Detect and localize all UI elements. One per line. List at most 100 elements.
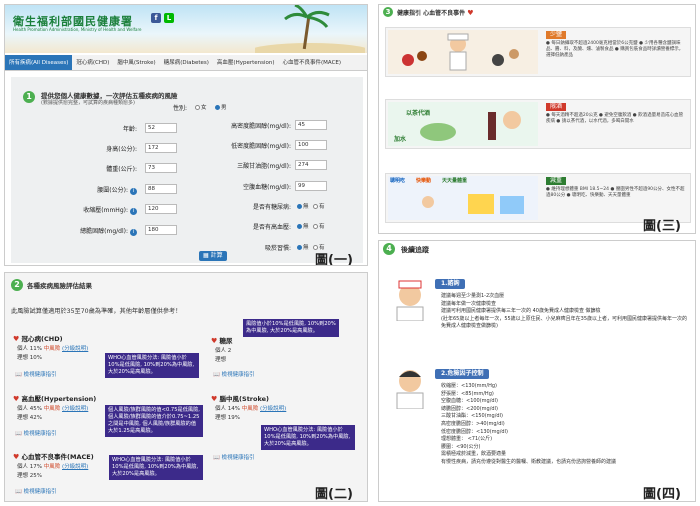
chd-title: ♥ 冠心病(CHD) <box>13 335 63 343</box>
systolic-label: 收縮壓(mmHg): i <box>51 205 137 215</box>
figure-caption-2: 圖(二) <box>315 487 353 502</box>
line-icon[interactable]: L <box>164 13 174 23</box>
doctor-avatar <box>396 370 424 409</box>
stroke-personal: 個人 14% 中風險 (分級說明) <box>215 406 287 412</box>
consult-heading: 1.諮詢 <box>435 279 466 289</box>
section-subtitle: (數據提供愈完整，可試算的疾病種類愈多) <box>41 100 135 106</box>
follow-up-title: 後續追蹤 <box>401 246 429 254</box>
consult-line: (壯年65歲以上者每年一次，55歲以上原住民、小兒麻痺且年在35歲以上者，可利用… <box>441 315 688 330</box>
height-input[interactable]: 172 <box>145 143 177 153</box>
age-input[interactable]: 52 <box>145 123 177 133</box>
mace-guide-link[interactable]: 📖 檢視健康指引 <box>15 487 57 495</box>
age-label: 年齡: <box>122 126 137 133</box>
fasting-glucose-label: 空腹血糖(mg/dl): <box>243 184 291 191</box>
htn-ideal: 理想 42% <box>17 415 42 421</box>
figure-caption-1: 圖(一) <box>315 253 353 266</box>
dm-personal: 個人 2 <box>215 348 232 354</box>
risk-target: 理想體重： <71(公斤) <box>441 436 493 443</box>
book-icon: 📖 <box>213 455 220 461</box>
chd-guide-link[interactable]: 📖 檢視健康指引 <box>15 370 57 378</box>
tab-stroke[interactable]: 腦中風(Stroke) <box>113 55 159 70</box>
hypertension-label: 是否有高血壓: <box>252 224 291 231</box>
total-cholesterol-input[interactable]: 180 <box>145 225 177 235</box>
mace-grade-link[interactable]: (分級說明) <box>62 464 88 470</box>
stroke-ideal: 理想 19% <box>215 415 240 421</box>
waist-label: 腰圍(公分): i <box>51 185 137 195</box>
guide-card-alcohol: 以茶代酒 加水 限酒 ● 每天酒精不超過20公克 ● 避免空腹飲酒 ● 飲酒過量… <box>385 99 691 149</box>
weight-input[interactable]: 73 <box>145 163 177 173</box>
risk-target: 空腹血糖：<100(mg/dl) <box>441 398 498 405</box>
tag-limit-alcohol: 限酒 <box>546 103 567 111</box>
heart-icon: ♥ <box>211 337 218 345</box>
htn-personal: 個人 45% 中風險 (分級說明) <box>17 406 89 412</box>
htn-grade-link[interactable]: (分級說明) <box>62 406 88 412</box>
dm-guide-link[interactable]: 📖 檢視健康指引 <box>213 370 255 378</box>
stroke-grade-link[interactable]: (分級說明) <box>260 406 286 412</box>
info-icon[interactable]: i <box>130 208 137 215</box>
alcohol-guide-text: ● 每天酒精不超過20公克 ● 避免空腹飲酒 ● 飲酒過量易造成心血管疾病 ● … <box>546 113 684 124</box>
facebook-icon[interactable]: f <box>151 13 161 23</box>
tooltip-chd-scale: WHO心血管風險分法: 風險值小於10%是低風險, 10%到20%為中風險, 大… <box>105 353 199 378</box>
waist-input[interactable]: 88 <box>145 184 177 194</box>
dm-title: ♥ 糖尿 <box>211 337 233 345</box>
exercise-label: 快樂動 <box>416 178 432 184</box>
diabetes-yes-radio[interactable]: 有 <box>313 202 325 210</box>
hypertension-no-radio[interactable]: 無 <box>297 222 309 230</box>
triglyceride-input[interactable]: 274 <box>295 160 327 170</box>
results-title: 各種疾病風險評估結果 <box>27 282 92 290</box>
ldl-label: 低密度膽固醇(mg/dl): <box>231 143 291 150</box>
tooltip-mace-scale: WHO心血管風險分法: 風險值小於10%是低風險, 10%到20%為中風險, 大… <box>109 455 203 480</box>
heart-icon: ♥ <box>13 395 20 403</box>
step-number-1: 1 <box>23 91 35 103</box>
tab-hypertension[interactable]: 高血壓(Hypertension) <box>213 55 279 70</box>
input-form: 1 提供您個人健康數據，一次評估五種疾病的風險 (數據提供愈完整，可試算的疾病種… <box>11 77 363 263</box>
hypertension-yes-radio[interactable]: 有 <box>313 222 325 230</box>
diabetes-label: 是否有糖尿病: <box>252 204 291 211</box>
book-icon: 📖 <box>15 489 22 495</box>
stroke-guide-link[interactable]: 📖 檢視健康指引 <box>213 453 255 461</box>
tab-diabetes[interactable]: 糖尿病(Diabetes) <box>160 55 213 70</box>
risk-target: 高密度膽固醇：>40(mg/dl) <box>441 420 505 427</box>
heart-icon: ♥ <box>211 395 218 403</box>
triglyceride-label: 三酸甘油脂(mg/dl): <box>237 163 291 170</box>
ldl-input[interactable]: 100 <box>295 140 327 150</box>
chd-grade-link[interactable]: (分級說明) <box>62 346 88 352</box>
panel-health-guide: 3 健康指引 心血管不良事件 ♥ 少鹽 ● 每日鈉攝取不超過2400毫克相當於6… <box>378 4 696 234</box>
systolic-input[interactable]: 120 <box>145 204 177 214</box>
htn-guide-link[interactable]: 📖 檢視健康指引 <box>15 429 57 437</box>
risk-target: 三酸甘油酯：<150(mg/dl) <box>441 413 503 420</box>
heart-icon: ♥ <box>467 9 474 17</box>
tab-mace[interactable]: 心血管不良事件(MACE) <box>279 55 346 70</box>
heart-icon: ♥ <box>13 335 20 343</box>
tab-all-diseases[interactable]: 所有疾病(All Diseases) <box>5 55 73 70</box>
tab-chd[interactable]: 冠心病(CHD) <box>72 55 113 70</box>
tag-less-salt: 少鹽 <box>546 31 567 39</box>
chef-salt-illustration <box>388 30 538 74</box>
disease-tabs: 所有疾病(All Diseases) 冠心病(CHD) 腦中風(Stroke) … <box>5 55 367 71</box>
consult-line: 建議可利用國民健康署提供每三年一次的 40歲免費成人健康檢查 做篩檢 <box>441 308 601 315</box>
chd-personal: 個人 11% 中風險 (分級說明) <box>17 346 89 352</box>
salt-guide-text: ● 每日鈉攝取不超過2400毫克相當於6公克鹽 ● 少用各種含鹽調味品、醬、料，… <box>546 41 684 58</box>
heart-icon: ♥ <box>13 453 20 461</box>
height-label: 身高(公分): <box>106 146 137 153</box>
dm-ideal: 理想 <box>215 357 227 363</box>
info-icon[interactable]: i <box>130 188 137 195</box>
diabetes-no-radio[interactable]: 無 <box>297 202 309 210</box>
smoking-no-radio[interactable]: 無 <box>297 243 309 251</box>
hdl-input[interactable]: 45 <box>295 120 327 130</box>
book-icon: 📖 <box>213 372 220 378</box>
eat-smart-label: 聰明吃 <box>390 178 406 184</box>
tag-lose-weight: 減重 <box>546 177 567 185</box>
risk-target: 收縮壓：<130(mm/Hg) <box>441 383 497 389</box>
figure-caption-3: 圖(三) <box>643 219 681 234</box>
calculate-button[interactable]: ▦ 計算 <box>199 251 227 261</box>
consult-list: 建議每週至少量測1-2次血壓 建議每年做一次健康檢查 建議可利用國民健康署提供每… <box>441 293 691 331</box>
fasting-glucose-input[interactable]: 99 <box>295 181 327 191</box>
palm-beach-illustration <box>255 5 365 53</box>
gender-male-radio[interactable]: 男 <box>215 103 227 111</box>
nurse-avatar <box>396 280 424 321</box>
total-cholesterol-label: 總膽固醇(mg/dl): i <box>51 226 137 236</box>
info-icon[interactable]: i <box>130 229 137 236</box>
gender-female-radio[interactable]: 女 <box>195 103 207 111</box>
consult-line: 建議每週至少量測1-2次血壓 <box>441 293 505 299</box>
